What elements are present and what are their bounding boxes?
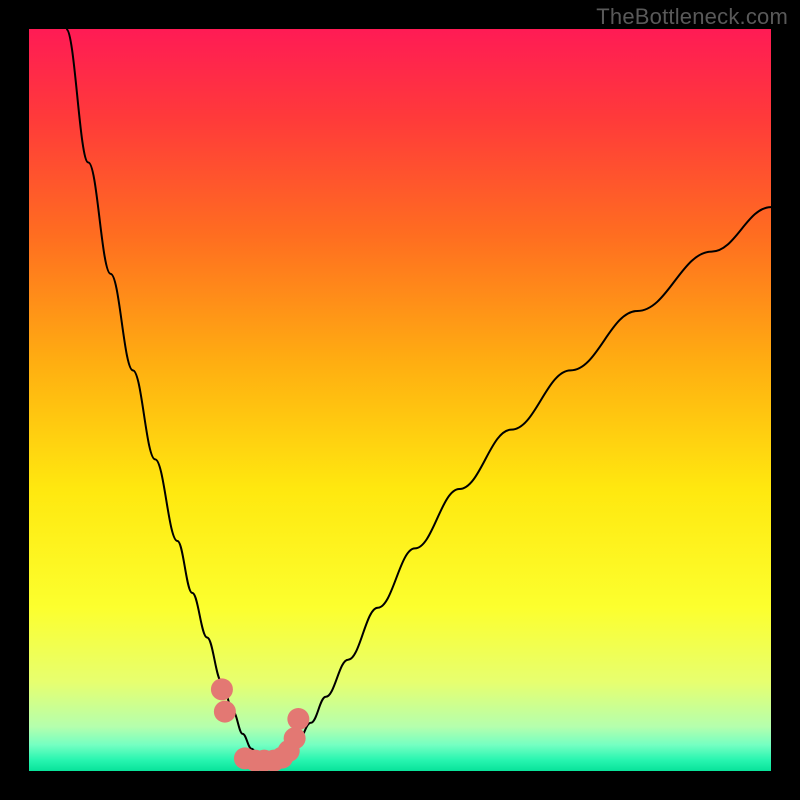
plot-area: [29, 29, 771, 771]
chart-svg: [29, 29, 771, 771]
gradient-background: [29, 29, 771, 771]
marker-point: [211, 678, 233, 700]
marker-point: [287, 708, 309, 730]
marker-point: [214, 701, 236, 723]
watermark-text: TheBottleneck.com: [596, 4, 788, 30]
chart-frame: TheBottleneck.com: [0, 0, 800, 800]
marker-point: [284, 727, 306, 749]
